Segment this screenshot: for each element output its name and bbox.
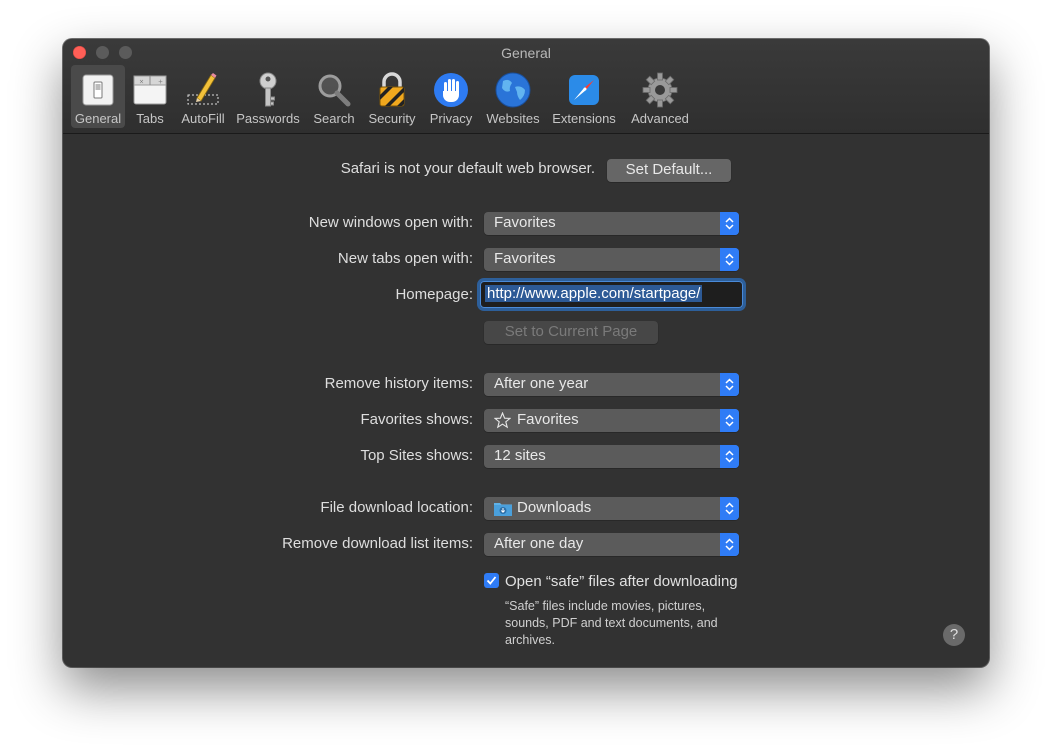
popup-arrows-icon xyxy=(720,212,739,235)
remove-downloads-value: After one day xyxy=(494,535,584,552)
tab-general-label: General xyxy=(74,111,122,126)
tab-privacy-label: Privacy xyxy=(429,111,473,126)
tab-search[interactable]: Search xyxy=(309,65,359,128)
new-windows-value: Favorites xyxy=(494,214,556,231)
tab-tabs[interactable]: × + Tabs xyxy=(127,65,173,128)
safe-files-note: “Safe” files include movies, pictures, s… xyxy=(505,598,718,649)
tab-security[interactable]: Security xyxy=(363,65,421,128)
download-location-value: Downloads xyxy=(517,499,592,516)
hand-icon xyxy=(434,73,468,107)
new-tabs-label: New tabs open with: xyxy=(337,250,473,267)
tab-search-label: Search xyxy=(313,111,355,126)
svg-text:×: × xyxy=(139,79,144,86)
tab-extensions[interactable]: Extensions xyxy=(549,65,619,128)
preferences-window: General General × + Tabs AutoFill Passwo… xyxy=(63,39,989,667)
tab-passwords[interactable]: Passwords xyxy=(233,65,303,128)
magnifier-icon xyxy=(318,74,351,107)
toolbar: General General × + Tabs AutoFill Passwo… xyxy=(63,39,989,134)
tab-autofill-label: AutoFill xyxy=(181,111,225,126)
favorites-shows-value: Favorites xyxy=(517,411,579,428)
homepage-label: Homepage: xyxy=(395,286,473,303)
open-safe-files-label[interactable]: Open “safe” files after downloading xyxy=(505,573,738,590)
popup-arrows-icon xyxy=(720,409,739,432)
safe-files-note-line: “Safe” files include movies, pictures, xyxy=(505,599,706,613)
help-button[interactable]: ? xyxy=(943,624,965,646)
open-safe-files-checkbox[interactable] xyxy=(484,573,499,588)
favorites-shows-popup[interactable]: Favorites xyxy=(484,409,739,432)
popup-arrows-icon xyxy=(720,533,739,556)
tab-passwords-label: Passwords xyxy=(236,111,300,126)
compass-icon xyxy=(569,75,599,105)
download-location-popup[interactable]: Downloads xyxy=(484,497,739,520)
homepage-input[interactable]: http://www.apple.com/startpage/ xyxy=(480,281,743,308)
star-icon xyxy=(494,412,511,429)
tab-tabs-label: Tabs xyxy=(136,111,164,126)
remove-history-value: After one year xyxy=(494,375,589,392)
tab-advanced[interactable]: Advanced xyxy=(625,65,695,128)
tab-advanced-label: Advanced xyxy=(631,111,689,126)
safe-files-note-line: archives. xyxy=(505,633,556,647)
default-browser-message: Safari is not your default web browser. xyxy=(340,160,595,177)
remove-history-popup[interactable]: After one year xyxy=(484,373,739,396)
downloads-folder-icon xyxy=(494,503,512,516)
popup-arrows-icon xyxy=(720,497,739,520)
top-sites-value: 12 sites xyxy=(494,447,546,464)
tab-websites[interactable]: Websites xyxy=(481,65,545,128)
set-default-button[interactable]: Set Default... xyxy=(607,159,731,182)
top-sites-label: Top Sites shows: xyxy=(360,447,473,464)
gear-icon xyxy=(642,72,678,108)
globe-icon xyxy=(495,72,531,108)
tab-security-label: Security xyxy=(368,111,416,126)
new-tabs-popup[interactable]: Favorites xyxy=(484,248,739,271)
new-windows-popup[interactable]: Favorites xyxy=(484,212,739,235)
tab-privacy[interactable]: Privacy xyxy=(425,65,477,128)
key-icon xyxy=(259,72,277,107)
tabs-icon: × + xyxy=(133,75,167,105)
window-title: General xyxy=(501,45,551,61)
tab-general[interactable]: General xyxy=(71,65,125,128)
popup-arrows-icon xyxy=(720,248,739,271)
popup-arrows-icon xyxy=(720,373,739,396)
new-windows-label: New windows open with: xyxy=(308,214,473,231)
remove-downloads-popup[interactable]: After one day xyxy=(484,533,739,556)
safe-files-note-line: sounds, PDF and text documents, and xyxy=(505,616,718,630)
autofill-pencil-icon xyxy=(187,73,219,105)
set-to-current-page-button[interactable]: Set to Current Page xyxy=(484,321,658,344)
download-location-label: File download location: xyxy=(320,499,473,516)
favorites-shows-label: Favorites shows: xyxy=(360,411,473,428)
homepage-value: http://www.apple.com/startpage/ xyxy=(485,285,703,302)
tab-extensions-label: Extensions xyxy=(552,111,616,126)
svg-text:+: + xyxy=(158,79,163,86)
top-sites-popup[interactable]: 12 sites xyxy=(484,445,739,468)
popup-arrows-icon xyxy=(720,445,739,468)
new-tabs-value: Favorites xyxy=(494,250,556,267)
remove-history-label: Remove history items: xyxy=(324,375,473,392)
lock-icon xyxy=(379,72,405,107)
checkmark-icon xyxy=(486,576,497,585)
remove-downloads-label: Remove download list items: xyxy=(282,535,473,552)
tab-autofill[interactable]: AutoFill xyxy=(177,65,229,128)
general-switch-icon xyxy=(82,74,114,106)
tab-websites-label: Websites xyxy=(486,111,540,126)
